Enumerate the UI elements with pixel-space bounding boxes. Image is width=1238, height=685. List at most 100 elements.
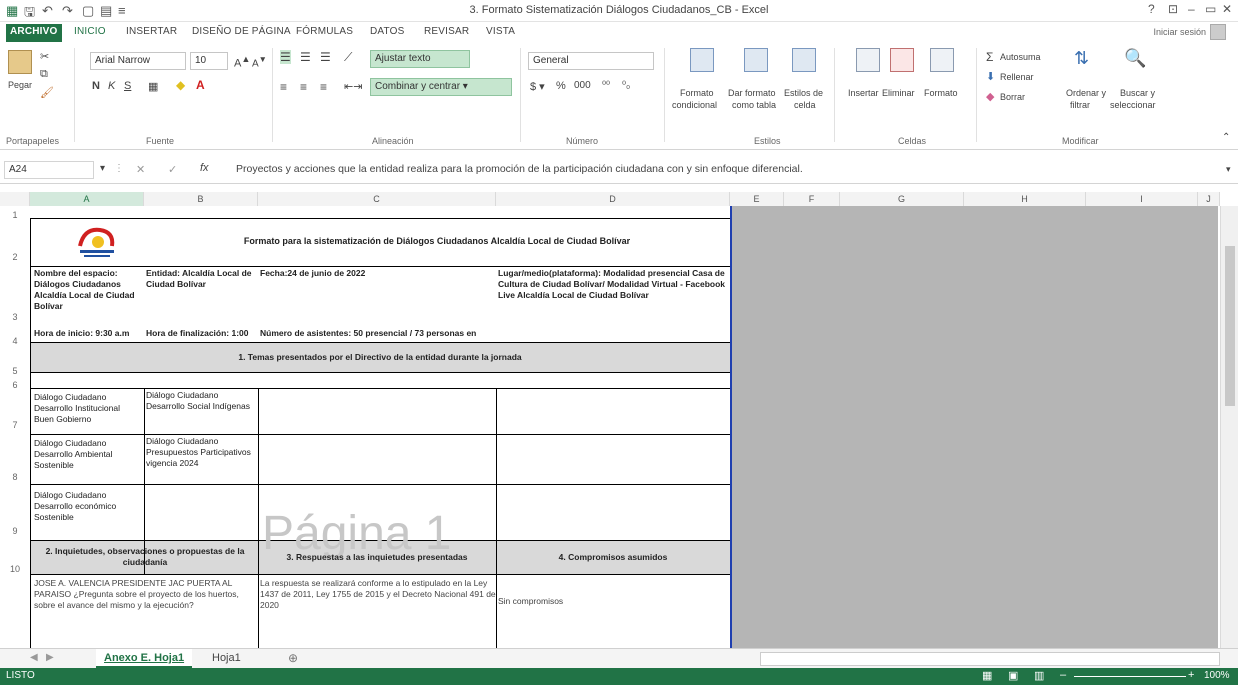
row-header-7[interactable]: 7 [0, 420, 30, 430]
name-box[interactable]: A24 [4, 161, 94, 179]
decrease-decimal-icon[interactable]: ⁰₀ [622, 80, 630, 91]
normal-view-icon[interactable]: ▦ [982, 669, 992, 682]
vertical-scroll-thumb[interactable] [1225, 246, 1235, 406]
row-header-2[interactable]: 2 [0, 252, 30, 262]
cell-styles-label-2[interactable]: celda [794, 100, 816, 110]
increase-decimal-icon[interactable]: ⁰⁰ [602, 80, 610, 91]
format-as-table-label-2[interactable]: como tabla [732, 100, 776, 110]
cell-d3[interactable]: Lugar/medio(plataforma): Modalidad prese… [498, 268, 728, 308]
cell-a8[interactable]: Diálogo Ciudadano Desarrollo Ambiental S… [34, 438, 142, 482]
horizontal-scrollbar[interactable] [760, 652, 1220, 666]
find-select-label-2[interactable]: seleccionar [1110, 100, 1156, 110]
fill-button[interactable]: Rellenar [1000, 72, 1034, 82]
column-header-h[interactable]: H [964, 192, 1086, 206]
row-header-9[interactable]: 9 [0, 526, 30, 536]
paste-button[interactable]: Pegar [8, 80, 32, 90]
bold-icon[interactable]: N [92, 80, 100, 92]
tab-datos[interactable]: DATOS [370, 26, 405, 37]
sheet-main-title[interactable]: Formato para la sistematización de Diálo… [144, 236, 730, 247]
align-top-icon[interactable]: ☰ [280, 50, 291, 64]
help-button[interactable]: ? [1148, 2, 1155, 16]
page-break-view-icon[interactable]: ▥ [1034, 669, 1044, 682]
autosum-button[interactable]: Autosuma [1000, 52, 1041, 62]
close-button[interactable]: ✕ [1222, 2, 1232, 16]
sheet-tab-anexo-e[interactable]: Anexo E. Hoja1 [96, 649, 193, 668]
borders-icon[interactable]: ▦ [148, 80, 158, 93]
tab-inicio[interactable]: INICIO [74, 26, 106, 37]
column-header-i[interactable]: I [1086, 192, 1198, 206]
font-size-select[interactable]: 10 [190, 52, 228, 70]
fill-icon[interactable]: ⬇ [986, 70, 995, 83]
avatar[interactable] [1210, 24, 1226, 40]
orientation-icon[interactable]: ⟋ [344, 50, 352, 65]
format-painter-icon[interactable]: 🖌 [40, 86, 54, 99]
insert-function-icon[interactable]: fx [200, 162, 209, 174]
delete-cells-icon[interactable] [890, 48, 914, 72]
underline-icon[interactable]: S [124, 80, 131, 92]
delete-cells-button[interactable]: Eliminar [882, 88, 915, 98]
cell-styles-label[interactable]: Estilos de [784, 88, 823, 98]
minimize-button[interactable]: – [1188, 2, 1195, 16]
wrap-text-button[interactable]: Ajustar texto [370, 50, 470, 68]
cell-styles-icon[interactable] [792, 48, 816, 72]
formula-input[interactable]: Proyectos y acciones que la entidad real… [236, 161, 1226, 179]
thousands-icon[interactable]: 000 [574, 80, 591, 91]
sheet-tab-hoja1[interactable]: Hoja1 [204, 649, 249, 668]
tab-vista[interactable]: VISTA [486, 26, 515, 37]
row-header-4[interactable]: 4 [0, 336, 30, 346]
name-box-dropdown-icon[interactable]: ▾ [100, 163, 105, 174]
cancel-icon[interactable]: ✕ [136, 163, 145, 176]
column-header-c[interactable]: C [258, 192, 496, 206]
select-all-button[interactable] [0, 192, 30, 206]
shrink-font-icon[interactable]: A▼ [252, 54, 267, 69]
vertical-scrollbar[interactable] [1220, 206, 1238, 648]
clear-icon[interactable]: ◆ [986, 90, 994, 103]
prev-sheet-icon[interactable]: ◀ [30, 652, 38, 663]
percent-icon[interactable]: % [556, 80, 566, 92]
cell-b3[interactable]: Entidad: Alcaldía Local de Ciudad Bolíva… [146, 268, 258, 298]
cell-a11[interactable]: JOSE A. VALENCIA PRESIDENTE JAC PUERTA A… [34, 578, 256, 648]
tab-insertar[interactable]: INSERTAR [126, 26, 177, 37]
font-name-select[interactable]: Arial Narrow [90, 52, 186, 70]
cell-b8[interactable]: Diálogo Ciudadano Presupuestos Participa… [146, 436, 256, 484]
conditional-format-icon[interactable] [690, 48, 714, 72]
sort-filter-icon[interactable]: ⇅ [1074, 48, 1089, 69]
column-header-j[interactable]: J [1198, 192, 1220, 206]
currency-icon[interactable]: $ ▾ [530, 80, 545, 93]
tab-revisar[interactable]: REVISAR [424, 26, 469, 37]
fill-color-icon[interactable]: ◆ [176, 78, 185, 92]
cell-b7[interactable]: Diálogo Ciudadano Desarrollo Social Indí… [146, 390, 256, 434]
cell-a10[interactable]: 2. Inquietudes, observaciones o propuest… [34, 546, 256, 568]
row-header-1[interactable]: 1 [0, 210, 30, 220]
conditional-format-label-2[interactable]: condicional [672, 100, 717, 110]
cell-b4[interactable]: Hora de finalización: 1:00 [146, 328, 258, 339]
tab-archivo[interactable]: ARCHIVO [6, 24, 62, 42]
cell-a9[interactable]: Diálogo Ciudadano Desarrollo económico S… [34, 490, 142, 534]
insert-cells-button[interactable]: Insertar [848, 88, 879, 98]
align-left-icon[interactable]: ≡ [280, 80, 287, 94]
cell-a4[interactable]: Hora de inicio: 9:30 a.m [34, 328, 144, 339]
row-header-8[interactable]: 8 [0, 472, 30, 482]
zoom-slider[interactable] [1074, 676, 1186, 677]
column-header-a[interactable]: A [30, 192, 144, 206]
format-as-table-icon[interactable] [744, 48, 768, 72]
tab-diseno-pagina[interactable]: DISEÑO DE PÁGINA [192, 26, 291, 37]
cell-c3[interactable]: Fecha:24 de junio de 2022 [260, 268, 496, 279]
copy-icon[interactable]: ⧉ [40, 68, 48, 81]
zoom-level[interactable]: 100% [1204, 670, 1230, 681]
sort-filter-label[interactable]: Ordenar y [1066, 88, 1106, 98]
number-format-select[interactable]: General [528, 52, 654, 70]
column-header-b[interactable]: B [144, 192, 258, 206]
insert-cells-icon[interactable] [856, 48, 880, 72]
align-center-icon[interactable]: ≡ [300, 80, 307, 94]
ribbon-display-button[interactable]: ⊡ [1168, 2, 1178, 16]
grow-font-icon[interactable]: A▲ [234, 54, 250, 70]
merge-center-button[interactable]: Combinar y centrar ▾ [370, 78, 512, 96]
italic-icon[interactable]: K [108, 80, 115, 92]
zoom-out-icon[interactable]: – [1060, 669, 1066, 681]
indent-icon[interactable]: ⇤⇥ [344, 80, 362, 93]
sort-filter-label-2[interactable]: filtrar [1070, 100, 1090, 110]
column-header-g[interactable]: G [840, 192, 964, 206]
cell-d11[interactable]: Sin compromisos [498, 596, 728, 607]
collapse-ribbon-icon[interactable]: ⌃ [1222, 132, 1230, 143]
